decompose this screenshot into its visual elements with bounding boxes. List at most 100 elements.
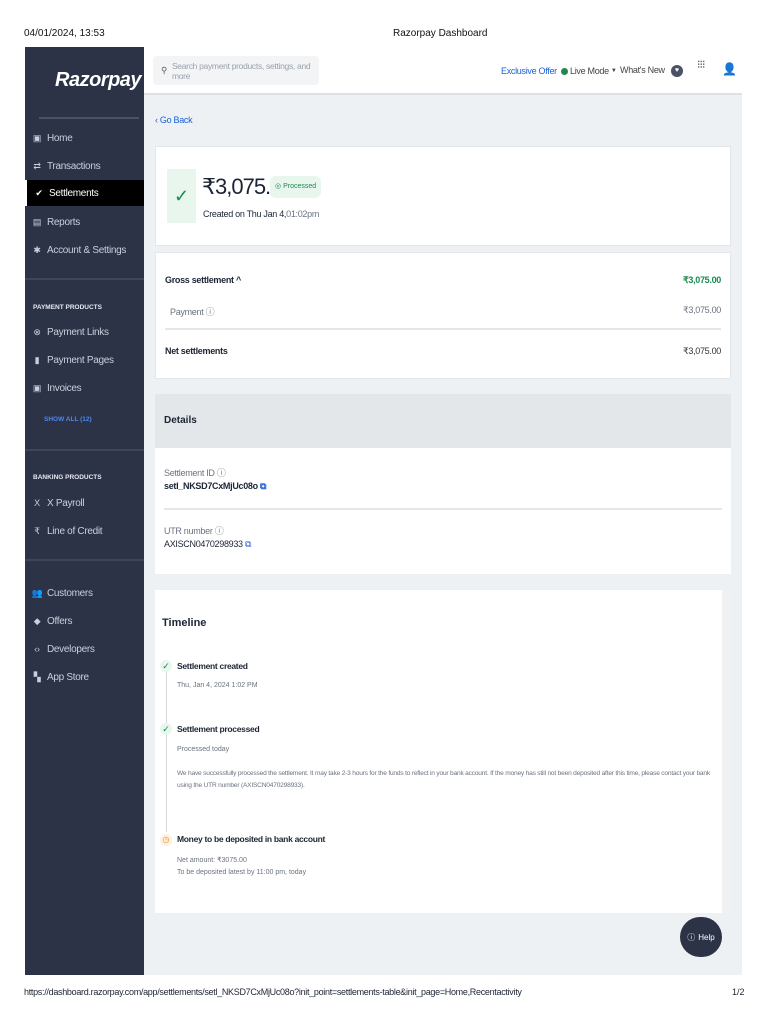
- sidebar-item-label: X Payroll: [47, 497, 85, 509]
- step-note: We have successfully processed the settl…: [177, 770, 710, 789]
- divider: [25, 449, 144, 451]
- gross-label: Gross settlement: [165, 275, 234, 285]
- sidebar-item-transactions[interactable]: ⇄ Transactions: [25, 153, 144, 179]
- copy-icon[interactable]: ⧉: [245, 539, 251, 549]
- sidebar-item-customers[interactable]: 👥 Customers: [25, 580, 144, 606]
- go-back-label: Go Back: [159, 115, 193, 125]
- home-icon: ▣: [32, 132, 42, 143]
- go-back-link[interactable]: ‹ Go Back: [155, 115, 193, 125]
- sidebar-item-offers[interactable]: ◆ Offers: [25, 608, 144, 634]
- gear-icon: ✱: [33, 244, 41, 255]
- exclusive-offer-link[interactable]: Exclusive Offer: [501, 66, 557, 76]
- clock-icon: ◷: [160, 834, 172, 846]
- gross-settlement-toggle[interactable]: Gross settlement ^: [165, 275, 241, 285]
- net-value: ₹3,075.00: [682, 346, 721, 356]
- apps-grid-icon[interactable]: ⁝⁝⁝: [697, 60, 705, 71]
- created-label: Created on Thu Jan 4,: [203, 209, 287, 219]
- payment-label: Payment ⓘ: [170, 305, 215, 318]
- details-card: Details Settlement ID ⓘ setl_NKSD7CxMjUc…: [155, 394, 731, 574]
- code-icon: ‹›: [34, 644, 40, 654]
- settlement-id-label-text: Settlement ID: [164, 468, 215, 478]
- check-icon: ✓: [160, 723, 172, 735]
- step-detail: Processed today: [177, 746, 230, 753]
- user-profile-icon[interactable]: 👤: [722, 62, 737, 76]
- sidebar-item-label: Invoices: [47, 382, 82, 394]
- payment-label-text: Payment: [170, 307, 204, 317]
- gross-value: ₹3,075.00: [682, 275, 721, 285]
- status-label: Processed: [283, 183, 317, 190]
- sidebar-item-settlements[interactable]: ✔ Settlements: [25, 180, 144, 206]
- timeline-line: [166, 672, 167, 832]
- success-check-icon: ✓: [167, 169, 196, 223]
- timeline-title: Timeline: [162, 617, 207, 629]
- section-title: PAYMENT PRODUCTS: [33, 304, 102, 311]
- settlement-breakdown-card: Gross settlement ^ ₹3,075.00 Payment ⓘ ₹…: [155, 252, 731, 379]
- page-icon: ▮: [34, 354, 40, 365]
- chevron-down-icon: ▼: [610, 68, 617, 74]
- step-title: Settlement created: [177, 661, 248, 671]
- show-all-link[interactable]: SHOW ALL (12): [44, 416, 92, 423]
- sidebar-item-home[interactable]: ▣ Home: [25, 125, 144, 151]
- settlement-id: setl_NKSD7CxMjUc08o: [164, 481, 258, 491]
- sidebar-item-label: Developers: [47, 643, 95, 655]
- rupee-icon: ₹: [34, 525, 40, 536]
- help-button[interactable]: ⓘ Help: [680, 917, 722, 957]
- sidebar: Razorpay ▣ Home ⇄ Transactions ✔ Settlement…: [25, 47, 144, 975]
- search-input[interactable]: ⚲ Search payment products, settings, and …: [153, 56, 319, 85]
- divider: [39, 117, 139, 119]
- whats-new-link[interactable]: What's New: [620, 65, 665, 75]
- sidebar-item-line-of-credit[interactable]: ₹ Line of Credit: [25, 518, 144, 544]
- sidebar-item-label: Account & Settings: [47, 244, 127, 256]
- print-page-number: 1/2: [732, 987, 745, 997]
- chevron-up-icon: ^: [235, 275, 241, 285]
- razorpay-logo[interactable]: Razorpay: [55, 69, 142, 92]
- sidebar-item-invoices[interactable]: ▣ Invoices: [25, 375, 144, 401]
- sidebar-item-label: Transactions: [47, 160, 101, 172]
- sidebar-item-label: Offers: [47, 615, 73, 627]
- sidebar-item-account-settings[interactable]: ✱ Account & Settings: [25, 237, 144, 263]
- sidebar-item-developers[interactable]: ‹› Developers: [25, 636, 144, 662]
- created-time: 01:02pm: [286, 209, 320, 219]
- sidebar-item-label: Home: [47, 132, 73, 144]
- check-icon: ✔: [35, 187, 43, 198]
- search-icon: ⚲: [161, 65, 167, 75]
- x-icon: X: [34, 498, 40, 508]
- live-mode-dropdown[interactable]: Live Mode ▼: [561, 66, 617, 76]
- step-detail: Net amount: ₹3075.00: [177, 857, 247, 864]
- divider: [165, 328, 721, 330]
- sidebar-item-label: Payment Pages: [47, 354, 114, 366]
- app-window: Razorpay ▣ Home ⇄ Transactions ✔ Settlement…: [25, 47, 742, 975]
- sidebar-item-label: Line of Credit: [47, 525, 103, 537]
- utr-label: UTR number ⓘ: [164, 526, 224, 536]
- sidebar-item-label: Customers: [47, 587, 93, 599]
- sidebar-item-label: Payment Links: [47, 326, 109, 338]
- link-icon: ⊗: [33, 326, 41, 337]
- scrollbar[interactable]: [722, 590, 731, 913]
- print-url: https://dashboard.razorpay.com/app/settl…: [24, 987, 522, 997]
- divider: [164, 508, 722, 510]
- divider: [25, 278, 144, 280]
- sidebar-item-reports[interactable]: ▤ Reports: [25, 209, 144, 235]
- sidebar-item-payment-pages[interactable]: ▮ Payment Pages: [25, 347, 144, 373]
- net-label: Net settlements: [165, 346, 228, 356]
- info-icon[interactable]: ⓘ: [206, 307, 215, 317]
- check-icon: ✓: [160, 660, 172, 672]
- divider: [25, 559, 144, 561]
- sidebar-item-x-payroll[interactable]: X X Payroll: [25, 490, 144, 516]
- search-placeholder: Search payment products, settings, and m…: [171, 60, 311, 81]
- activity-icon[interactable]: ♥: [671, 65, 683, 77]
- print-datetime: 04/01/2024, 13:53: [24, 28, 105, 39]
- utr-label-text: UTR number: [164, 526, 213, 536]
- step-detail: To be deposited latest by 11:00 pm, toda…: [177, 869, 307, 876]
- step-detail: Thu, Jan 4, 2024 1:02 PM: [177, 682, 258, 689]
- section-title: BANKING PRODUCTS: [33, 474, 102, 481]
- payment-value: ₹3,075.00: [682, 305, 721, 315]
- created-date: Created on Thu Jan 4,01:02pm: [203, 209, 319, 219]
- copy-icon[interactable]: ⧉: [260, 481, 266, 491]
- sidebar-item-app-store[interactable]: ▚ App Store: [25, 664, 144, 690]
- sidebar-item-label: Settlements: [49, 187, 99, 199]
- apps-icon: ▚: [33, 671, 41, 682]
- sidebar-item-payment-links[interactable]: ⊗ Payment Links: [25, 319, 144, 345]
- invoice-icon: ▣: [32, 382, 42, 393]
- timeline-card: Timeline ✓ Settlement created Thu, Jan 4…: [155, 590, 731, 913]
